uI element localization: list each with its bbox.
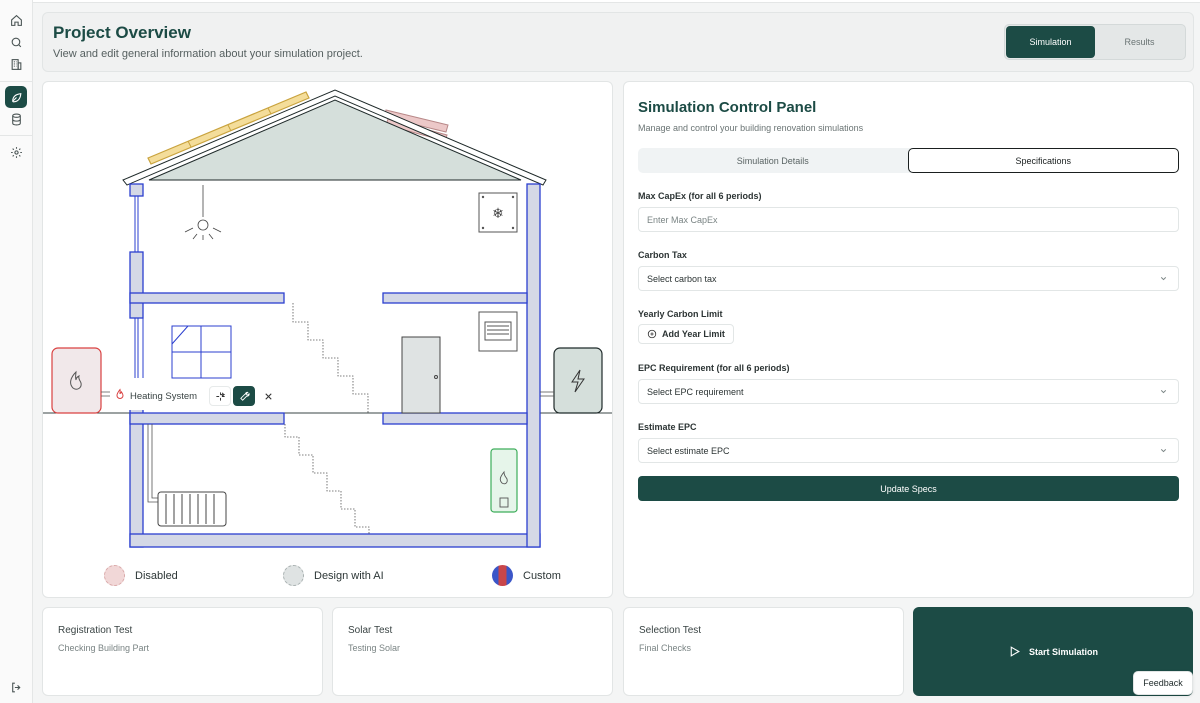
water-heater[interactable] xyxy=(490,448,518,513)
add-year-limit-label: Add Year Limit xyxy=(662,329,725,339)
yearly-carbon-limit-label: Yearly Carbon Limit xyxy=(638,309,723,319)
search-icon[interactable] xyxy=(5,31,27,53)
estimate-epc-label: Estimate EPC xyxy=(638,422,697,432)
page-title: Project Overview xyxy=(53,23,191,42)
view-switcher: Simulation Results xyxy=(1004,24,1186,60)
tab-simulation[interactable]: Simulation xyxy=(1006,26,1095,58)
chevron-down-icon xyxy=(1160,277,1167,281)
logout-icon[interactable] xyxy=(5,676,27,698)
floor-upper-left xyxy=(129,292,285,304)
database-icon[interactable] xyxy=(5,108,27,130)
svg-text:❄: ❄ xyxy=(492,206,504,222)
panel-subtitle: Manage and control your building renovat… xyxy=(638,123,864,133)
card-subtitle: Final Checks xyxy=(639,643,692,653)
legend: Disabled Design with AI Custom xyxy=(43,565,612,589)
test-card-selection[interactable]: Selection Test Final Checks xyxy=(623,607,904,696)
test-card-solar[interactable]: Solar Test Testing Solar xyxy=(332,607,613,696)
legend-swatch-custom xyxy=(492,565,513,586)
carbon-tax-value: Select carbon tax xyxy=(647,273,717,284)
roof[interactable] xyxy=(122,89,547,186)
gear-icon[interactable] xyxy=(5,141,27,163)
house-diagram-card: ❄ Heating System Disabled Design with AI… xyxy=(42,81,613,598)
window[interactable] xyxy=(171,325,232,379)
radiator[interactable] xyxy=(147,424,227,527)
leaf-icon[interactable] xyxy=(5,86,27,108)
wrench-button[interactable] xyxy=(233,386,256,406)
add-year-limit-button[interactable]: Add Year Limit xyxy=(638,324,734,344)
floor-lower-left xyxy=(129,412,285,425)
simulation-control-panel: Simulation Control Panel Manage and cont… xyxy=(623,81,1194,598)
building-icon[interactable] xyxy=(5,53,27,75)
estimate-epc-select[interactable]: Select estimate EPC xyxy=(638,438,1179,463)
legend-label: Custom xyxy=(523,569,561,582)
card-title: Solar Test xyxy=(348,625,393,636)
home-icon[interactable] xyxy=(5,9,27,31)
heating-system-label: Heating System xyxy=(130,390,198,402)
ac-unit[interactable] xyxy=(478,311,518,352)
legend-item-design-ai: Design with AI xyxy=(283,565,384,586)
legend-item-disabled: Disabled xyxy=(104,565,178,586)
chevron-down-icon xyxy=(1160,390,1167,394)
flame-icon xyxy=(114,387,126,405)
carbon-tax-label: Carbon Tax xyxy=(638,250,687,260)
test-card-registration[interactable]: Registration Test Checking Building Part xyxy=(42,607,323,696)
heating-system-toolbar: Heating System xyxy=(110,382,294,410)
legend-swatch-disabled xyxy=(104,565,125,586)
epc-requirement-label: EPC Requirement (for all 6 periods) xyxy=(638,363,790,373)
max-capex-input[interactable]: Enter Max CapEx xyxy=(638,207,1179,232)
max-capex-label: Max CapEx (for all 6 periods) xyxy=(638,191,762,201)
panel-tabs: Simulation Details Specifications xyxy=(638,148,1179,173)
door[interactable] xyxy=(401,336,441,414)
plus-circle-icon xyxy=(647,329,657,339)
panel-title: Simulation Control Panel xyxy=(638,99,817,116)
sidebar-divider xyxy=(0,135,33,136)
stairs-upper xyxy=(292,303,369,413)
tab-results[interactable]: Results xyxy=(1095,26,1184,58)
feedback-button[interactable]: Feedback xyxy=(1133,671,1193,695)
tab-simulation-details[interactable]: Simulation Details xyxy=(638,148,908,173)
sidebar-divider xyxy=(0,81,33,82)
thermostat[interactable]: ❄ xyxy=(478,192,518,233)
wall-right xyxy=(526,183,541,548)
epc-requirement-select[interactable]: Select EPC requirement xyxy=(638,379,1179,404)
legend-swatch-design-ai xyxy=(283,565,304,586)
house-illustration: ❄ xyxy=(43,89,612,548)
ai-sparkle-button[interactable] xyxy=(209,386,232,406)
page-header: Project Overview View and edit general i… xyxy=(42,12,1194,72)
close-button[interactable] xyxy=(257,386,279,406)
card-title: Selection Test xyxy=(639,625,702,636)
wall-segment xyxy=(129,251,144,319)
floor-base xyxy=(129,533,541,548)
play-icon xyxy=(1010,646,1020,657)
chevron-down-icon xyxy=(1160,449,1167,453)
wall-segment xyxy=(129,183,144,197)
card-subtitle: Testing Solar xyxy=(348,643,401,653)
wall-segment xyxy=(129,407,144,548)
battery-unit[interactable] xyxy=(553,347,603,414)
ceiling-lamp[interactable] xyxy=(184,185,222,240)
legend-item-custom: Custom xyxy=(492,565,561,586)
card-title: Registration Test xyxy=(58,625,133,636)
carbon-tax-select[interactable]: Select carbon tax xyxy=(638,266,1179,291)
page-subtitle: View and edit general information about … xyxy=(53,48,363,60)
legend-label: Disabled xyxy=(135,569,178,582)
tab-specifications[interactable]: Specifications xyxy=(907,148,1179,173)
stairs-lower xyxy=(284,424,370,534)
heat-pump-outdoor[interactable] xyxy=(51,347,102,414)
floor-lower-right xyxy=(382,412,528,425)
floor-upper-right xyxy=(382,292,528,304)
card-subtitle: Checking Building Part xyxy=(58,643,150,653)
epc-requirement-value: Select EPC requirement xyxy=(647,386,744,397)
sidebar xyxy=(0,0,33,703)
legend-label: Design with AI xyxy=(314,569,384,582)
update-specs-button[interactable]: Update Specs xyxy=(638,476,1179,501)
start-simulation-label: Start Simulation xyxy=(1028,646,1098,657)
estimate-epc-value: Select estimate EPC xyxy=(647,445,730,456)
top-bar xyxy=(33,0,1200,3)
